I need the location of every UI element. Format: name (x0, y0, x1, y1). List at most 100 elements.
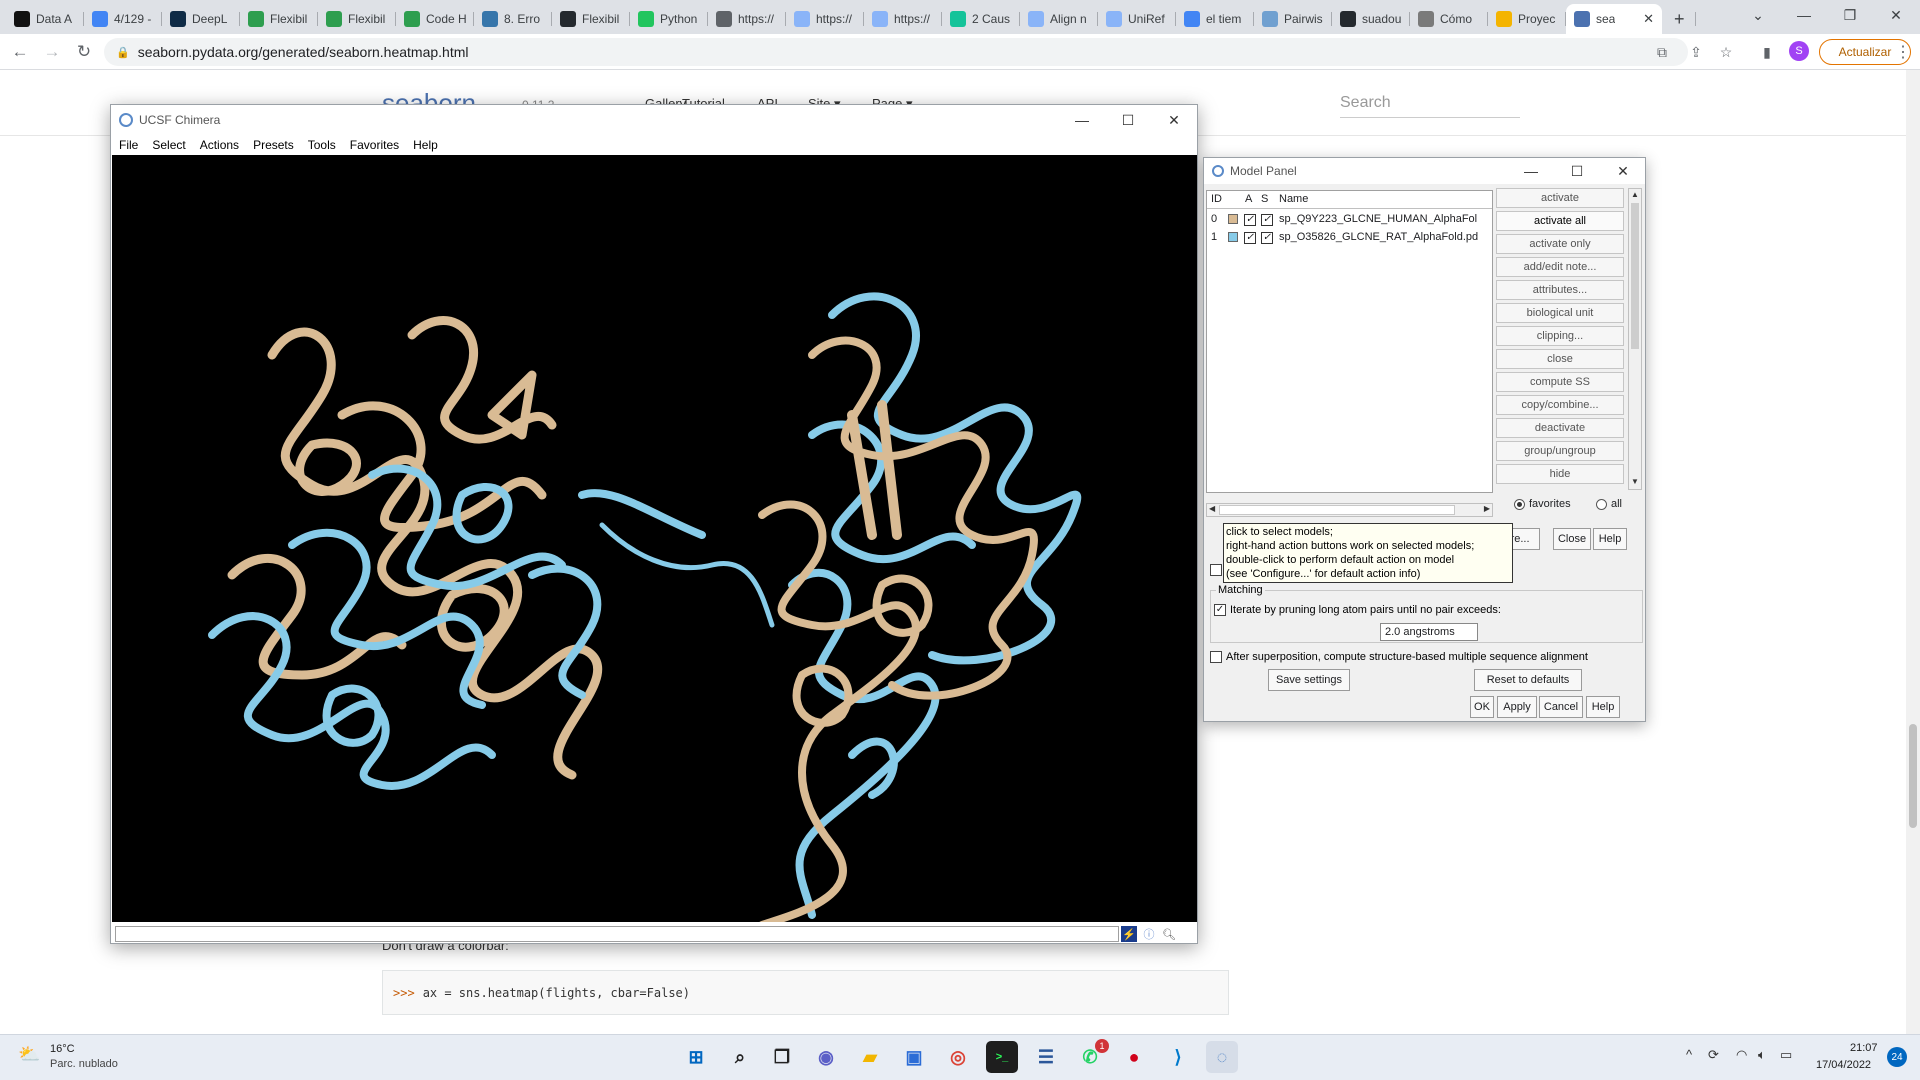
app-red-icon[interactable]: ● (1118, 1041, 1150, 1073)
angstrom-input[interactable]: 2.0 angstroms (1380, 623, 1478, 641)
browser-tab[interactable]: 2 Caus (942, 4, 1020, 34)
browser-tab[interactable]: suadou (1332, 4, 1410, 34)
restore-icon[interactable]: ❐ (1828, 0, 1872, 30)
action-attributes-button[interactable]: attributes... (1496, 280, 1624, 300)
store-icon[interactable]: ▣ (898, 1041, 930, 1073)
browser-tab[interactable]: el tiem (1176, 4, 1254, 34)
model-row[interactable]: 1 ✓ ✓ sp_O35826_GLCNE_RAT_AlphaFold.pd (1207, 229, 1492, 246)
actions-vscrollbar[interactable]: ▲ ▼ (1628, 188, 1642, 490)
browser-tab[interactable]: Cómo (1410, 4, 1488, 34)
model-panel-maximize-icon[interactable]: ☐ (1554, 158, 1600, 184)
chimera-close-icon[interactable]: ✕ (1151, 105, 1197, 135)
model-color-swatch[interactable] (1228, 232, 1238, 245)
weather-temperature[interactable]: 16°C (50, 1043, 75, 1055)
action-biological-unit-button[interactable]: biological unit (1496, 303, 1624, 323)
model-row[interactable]: 0 ✓ ✓ sp_Q9Y223_GLCNE_HUMAN_AlphaFol (1207, 211, 1492, 228)
scroll-left-icon[interactable]: ◀ (1209, 504, 1215, 513)
browser-tab[interactable]: https:// (708, 4, 786, 34)
model-color-swatch[interactable] (1228, 214, 1238, 227)
clock-date[interactable]: 17/04/2022 (1816, 1059, 1871, 1071)
menu-file[interactable]: File (119, 138, 138, 152)
page-scrollbar-thumb[interactable] (1909, 724, 1917, 828)
browser-tab[interactable]: Pairwis (1254, 4, 1332, 34)
weather-description[interactable]: Parc. nublado (50, 1058, 118, 1070)
new-tab-button[interactable]: + (1666, 4, 1696, 34)
browser-tab[interactable]: Flexibil (552, 4, 630, 34)
action-add-edit-note-button[interactable]: add/edit note... (1496, 257, 1624, 277)
back-arrow-icon[interactable]: ← (8, 40, 32, 64)
cancel-button[interactable]: Cancel (1539, 696, 1583, 718)
browser-tab[interactable]: Flexibil (318, 4, 396, 34)
model-panel-close-button[interactable]: Close (1553, 528, 1591, 550)
page-scrollbar[interactable] (1906, 70, 1920, 1034)
profile-avatar[interactable]: S (1789, 41, 1809, 61)
share-icon[interactable]: ⇪ (1686, 42, 1706, 62)
chrome-icon[interactable]: ◎ (942, 1041, 974, 1073)
scroll-down-icon[interactable]: ▼ (1631, 477, 1639, 486)
info-icon[interactable]: ⓘ (1141, 926, 1157, 942)
active-checkbox[interactable]: ✓ (1244, 213, 1256, 226)
action-activate-button[interactable]: activate (1496, 188, 1624, 208)
forward-arrow-icon[interactable]: → (40, 40, 64, 64)
tray-chevron-icon[interactable]: ^ (1686, 1047, 1692, 1062)
iterate-checkbox[interactable]: ✓ (1214, 604, 1226, 616)
action-activate-only-button[interactable]: activate only (1496, 234, 1624, 254)
task-view-icon[interactable]: ❐ (766, 1041, 798, 1073)
hscroll-thumb[interactable] (1219, 505, 1455, 515)
side-panel-icon[interactable]: ▮ (1757, 42, 1777, 62)
hidden-option-checkbox[interactable] (1210, 564, 1222, 576)
action-group-ungroup-button[interactable]: group/ungroup (1496, 441, 1624, 461)
tab-close-icon[interactable]: ✕ (1643, 11, 1654, 27)
command-line-input[interactable] (115, 926, 1119, 942)
model-panel-help-button[interactable]: Help (1593, 528, 1627, 550)
vscode-icon[interactable]: ⟩ (1162, 1041, 1194, 1073)
address-bar[interactable]: 🔒 seaborn.pydata.org/generated/seaborn.h… (104, 38, 1688, 66)
scroll-up-icon[interactable]: ▲ (1631, 190, 1639, 199)
search-icon[interactable]: ⌕ (724, 1041, 756, 1073)
close-icon[interactable]: ✕ (1874, 0, 1918, 30)
vscroll-thumb[interactable] (1631, 203, 1639, 349)
chimera-minimize-icon[interactable]: — (1059, 105, 1105, 135)
browser-tab[interactable]: Flexibil (240, 4, 318, 34)
browser-tab[interactable]: https:// (786, 4, 864, 34)
action-close-button[interactable]: close (1496, 349, 1624, 369)
browser-tab[interactable]: Code H (396, 4, 474, 34)
chimera-taskbar-icon[interactable]: ◌ (1206, 1041, 1238, 1073)
radio-all-dot[interactable] (1596, 498, 1607, 510)
menu-select[interactable]: Select (152, 138, 185, 152)
volume-icon[interactable]: 🔈︎ (1758, 1047, 1766, 1063)
model-panel-close-icon[interactable]: ✕ (1600, 158, 1646, 184)
terminal-icon[interactable]: >_ (986, 1041, 1018, 1073)
browser-tab[interactable]: 4/129 - (84, 4, 162, 34)
action-clipping-button[interactable]: clipping... (1496, 326, 1624, 346)
model-panel-minimize-icon[interactable]: — (1508, 158, 1554, 184)
action-compute-ss-button[interactable]: compute SS (1496, 372, 1624, 392)
browser-tab[interactable]: DeepL (162, 4, 240, 34)
magnifier-icon[interactable]: 🔍︎ (1161, 926, 1177, 942)
menu-help[interactable]: Help (413, 138, 438, 152)
save-settings-button[interactable]: Save settings (1268, 669, 1350, 691)
model-list[interactable]: ID A S Name 0 ✓ ✓ sp_Q9Y223_GLCNE_HUMAN_… (1206, 190, 1493, 493)
scroll-right-icon[interactable]: ▶ (1484, 504, 1490, 513)
menu-tools[interactable]: Tools (308, 138, 336, 152)
docs-search-input[interactable]: Search (1340, 92, 1520, 118)
battery-icon[interactable]: ▭ (1780, 1047, 1792, 1063)
browser-tab[interactable]: sea ✕ (1566, 4, 1662, 34)
msa-checkbox[interactable] (1210, 651, 1222, 663)
browser-tab[interactable]: Proyec (1488, 4, 1566, 34)
matchmaker-help-button[interactable]: Help (1586, 696, 1620, 718)
browser-tab[interactable]: https:// (864, 4, 942, 34)
start-windows-icon[interactable]: ⊞ (680, 1041, 712, 1073)
shown-checkbox[interactable]: ✓ (1261, 213, 1273, 226)
menu-actions[interactable]: Actions (200, 138, 239, 152)
bookmark-star-icon[interactable]: ☆ (1716, 42, 1736, 62)
browser-tab[interactable]: Data A (6, 4, 84, 34)
minimize-icon[interactable]: — (1782, 0, 1826, 30)
radio-all[interactable]: all (1596, 498, 1622, 510)
weather-cloud-sun-icon[interactable]: ⛅ (18, 1044, 40, 1066)
reset-defaults-button[interactable]: Reset to defaults (1474, 669, 1582, 691)
shown-checkbox[interactable]: ✓ (1261, 231, 1273, 244)
browser-tab[interactable]: Python (630, 4, 708, 34)
browser-tab[interactable]: Align n (1020, 4, 1098, 34)
model-list-hscrollbar[interactable]: ◀ ▶ (1206, 503, 1493, 517)
